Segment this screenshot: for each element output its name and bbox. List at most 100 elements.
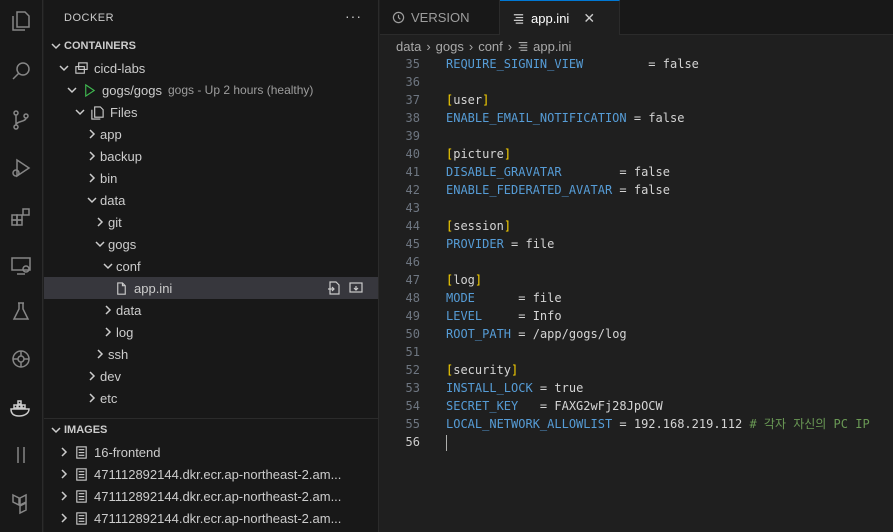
code-line: 36	[380, 73, 893, 91]
run-debug-icon[interactable]	[6, 153, 36, 183]
line-number: 53	[405, 381, 420, 395]
token-val: /app/gogs/log	[532, 327, 627, 341]
code-line: 43	[380, 199, 893, 217]
images-section-header[interactable]: IMAGES	[44, 419, 378, 441]
image-row[interactable]: 471112892144.dkr.ecr.ap-northeast-2.am..…	[44, 485, 378, 507]
explorer-icon[interactable]	[6, 6, 36, 36]
token-op: =	[511, 327, 533, 341]
line-text: SECRET_KEY = FAXG2wFj28JpOCW	[446, 397, 663, 415]
breadcrumb: data › gogs › conf › app.ini	[380, 35, 893, 57]
running-icon	[80, 83, 98, 98]
tab-app-ini[interactable]: app.ini ✕	[500, 0, 620, 35]
line-number: 42	[405, 183, 420, 197]
open-file-icon[interactable]	[326, 280, 342, 299]
folder-row[interactable]: app	[44, 123, 378, 145]
tree-item-label: log	[116, 324, 134, 340]
line-text: [security]	[446, 361, 518, 379]
settings-file-icon	[512, 12, 525, 25]
folder-row[interactable]: gogs	[44, 233, 378, 255]
token-bracket: ]	[503, 219, 512, 233]
folder-row[interactable]: conf	[44, 255, 378, 277]
folder-row[interactable]: ssh	[44, 343, 378, 365]
search-icon[interactable]	[6, 56, 36, 86]
kubernetes-icon[interactable]	[6, 344, 36, 374]
folder-row[interactable]: data	[44, 189, 378, 211]
token-op: =	[532, 381, 555, 395]
code-line: 48 MODE = file	[380, 289, 893, 307]
chevron-down-icon	[64, 84, 80, 96]
code-editor[interactable]: 35 REQUIRE_SIGNIN_VIEW = false 36 37 [user] 3…	[380, 55, 893, 451]
folder-row[interactable]: log	[44, 321, 378, 343]
token-op: =	[474, 291, 533, 305]
folder-row[interactable]: bin	[44, 167, 378, 189]
token-bracket: ]	[474, 273, 483, 287]
pause-icon[interactable]	[6, 440, 36, 470]
folder-row[interactable]: data	[44, 299, 378, 321]
token-bracket: ]	[511, 363, 519, 377]
image-icon	[72, 467, 90, 482]
code-line: 51	[380, 343, 893, 361]
token-key: ENABLE_FEDERATED_AVATAR	[446, 183, 613, 197]
chevron-right-icon	[84, 150, 100, 162]
breadcrumb-item[interactable]: data	[396, 39, 421, 54]
tree-item-label: data	[116, 302, 142, 318]
line-number: 37	[405, 93, 420, 107]
code-line: 41 DISABLE_GRAVATAR = false	[380, 163, 893, 181]
folder-row[interactable]: etc	[44, 387, 378, 409]
folder-row[interactable]: dev	[44, 365, 378, 387]
folder-row[interactable]: git	[44, 211, 378, 233]
editor: VERSION app.ini ✕ data › gogs › conf › a…	[380, 0, 893, 532]
token-val: false	[633, 183, 670, 197]
breadcrumb-item[interactable]: app.ini	[533, 39, 571, 54]
line-text: LOCAL_NETWORK_ALLOWLIST = 192.168.219.11…	[446, 415, 870, 433]
line-text: ROOT_PATH = /app/gogs/log	[446, 325, 627, 343]
image-icon	[72, 489, 90, 504]
docker-icon[interactable]	[6, 393, 36, 423]
line-text: DISABLE_GRAVATAR = false	[446, 163, 670, 181]
container-name: gogs/gogs	[102, 82, 162, 98]
download-file-icon[interactable]	[348, 280, 364, 299]
container-group-row[interactable]: cicd-labs	[44, 57, 378, 79]
code-line: 56	[380, 433, 893, 451]
folder-row[interactable]: backup	[44, 145, 378, 167]
chevron-right-icon	[100, 304, 116, 316]
token-op: =	[612, 183, 634, 197]
line-text: INSTALL_LOCK = true	[446, 379, 583, 397]
code-line: 46	[380, 253, 893, 271]
remote-explorer-icon[interactable]	[6, 251, 36, 281]
code-line: 54 SECRET_KEY = FAXG2wFj28JpOCW	[380, 397, 893, 415]
testing-icon[interactable]	[6, 297, 36, 327]
extensions-icon[interactable]	[6, 202, 36, 232]
images-section: IMAGES 16-frontend 471112892144.dkr.ecr.a…	[44, 418, 378, 529]
tab-version[interactable]: VERSION	[380, 0, 500, 35]
file-row[interactable]: app.ini	[44, 277, 378, 299]
chevron-right-icon	[92, 348, 108, 360]
more-actions-icon[interactable]: ···	[345, 8, 362, 24]
container-row[interactable]: gogs/gogs gogs - Up 2 hours (healthy)	[44, 79, 378, 101]
breadcrumb-item[interactable]: gogs	[436, 39, 464, 54]
tab-label: VERSION	[411, 10, 470, 25]
tree-item-label: app.ini	[134, 280, 173, 296]
tree-item-label: app	[100, 126, 122, 142]
files-row[interactable]: Files	[44, 101, 378, 123]
line-text: [session]	[446, 217, 511, 235]
close-icon[interactable]: ✕	[583, 10, 595, 27]
code-line: 55 LOCAL_NETWORK_ALLOWLIST = 192.168.219.…	[380, 415, 893, 433]
image-row[interactable]: 471112892144.dkr.ecr.ap-northeast-2.am..…	[44, 463, 378, 485]
containers-section-header[interactable]: CONTAINERS	[44, 35, 378, 57]
breadcrumb-item[interactable]: conf	[478, 39, 503, 54]
token-comment: # 각자 자신의 PC IP	[749, 417, 870, 431]
image-row[interactable]: 471112892144.dkr.ecr.ap-northeast-2.am..…	[44, 507, 378, 529]
image-row[interactable]: 16-frontend	[44, 441, 378, 463]
image-icon	[72, 445, 90, 460]
line-number: 41	[405, 165, 420, 179]
source-control-icon[interactable]	[6, 105, 36, 135]
line-number: 56	[405, 435, 420, 449]
line-number: 39	[405, 129, 420, 143]
code-line: 49 LEVEL = Info	[380, 307, 893, 325]
chevron-down-icon	[84, 194, 100, 206]
line-number: 40	[405, 147, 420, 161]
terraform-icon[interactable]	[6, 488, 36, 518]
token-op: =	[482, 309, 533, 323]
code-line: 35 REQUIRE_SIGNIN_VIEW = false	[380, 55, 893, 73]
